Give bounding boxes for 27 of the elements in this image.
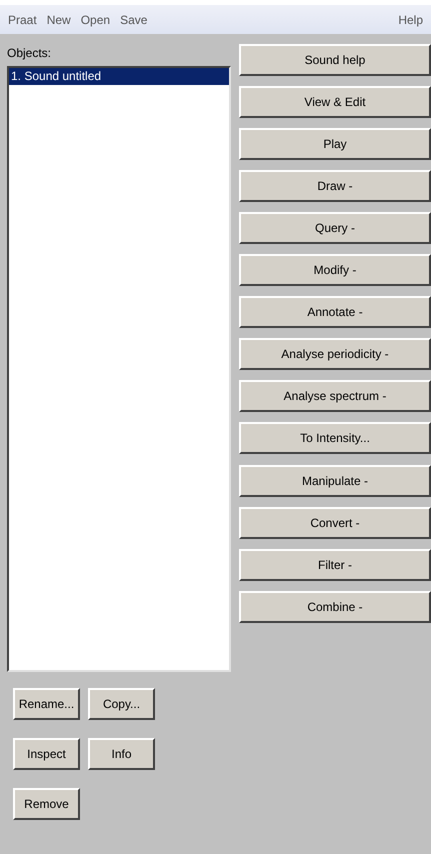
action-button[interactable]: Manipulate - [239,465,431,497]
action-button[interactable]: Play [239,128,431,160]
object-button[interactable]: Remove [13,788,80,820]
action-button[interactable]: View & Edit [239,86,431,118]
action-button[interactable]: Analyse periodicity - [239,338,431,370]
help-menu[interactable]: Help [398,10,423,28]
menu-item[interactable]: Open [80,10,110,28]
action-button[interactable]: Combine - [239,591,431,623]
action-button[interactable]: To Intensity... [239,422,431,454]
objects-label: Objects: [7,45,52,62]
object-button[interactable]: Inspect [13,738,80,770]
action-button[interactable]: Analyse spectrum - [239,380,431,412]
action-button[interactable]: Filter - [239,549,431,581]
action-button[interactable]: Annotate - [239,296,431,328]
objects-list[interactable]: 1. Sound untitled [7,66,231,672]
action-button[interactable]: Query - [239,212,431,244]
object-item[interactable]: 1. Sound untitled [9,68,229,85]
object-button[interactable]: Copy... [88,688,155,720]
action-button[interactable]: Draw - [239,170,431,202]
object-button[interactable]: Rename... [13,688,80,720]
menu-item[interactable]: Praat [8,10,37,28]
menu-item[interactable]: New [46,10,71,28]
action-button[interactable]: Sound help [239,44,431,76]
menu-item[interactable]: Save [120,10,148,28]
object-button[interactable]: Info [88,738,155,770]
action-button[interactable]: Convert - [239,507,431,539]
action-button[interactable]: Modify - [239,254,431,286]
